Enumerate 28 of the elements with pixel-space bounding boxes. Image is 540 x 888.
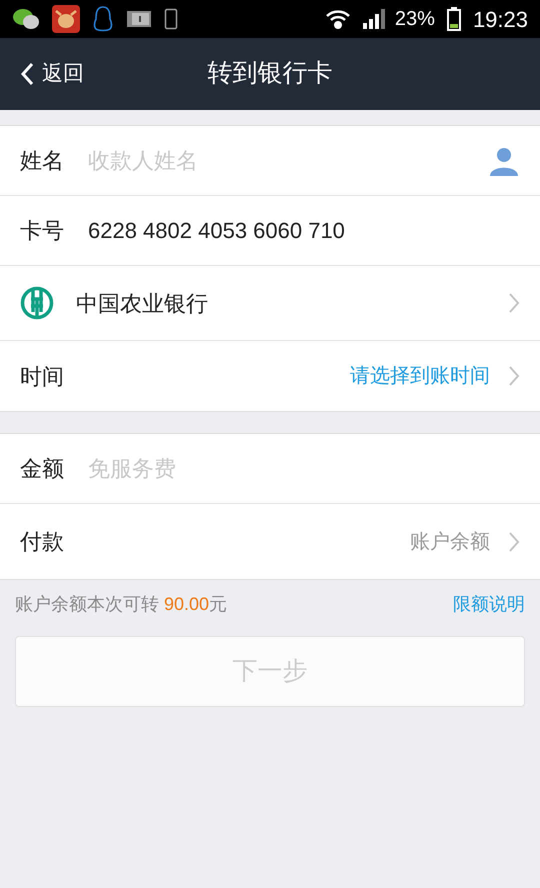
field-label: 时间	[20, 362, 65, 390]
field-label: 金额	[20, 455, 65, 483]
chevron-right-icon	[508, 365, 520, 387]
battery-percent: 23%	[394, 7, 435, 32]
chat-bubbles-icon	[12, 7, 40, 31]
chevron-right-icon	[508, 292, 520, 314]
select-value[interactable]: 请选择到账时间	[350, 361, 490, 391]
field-label: 姓名	[20, 147, 65, 175]
field-label: 卡号	[20, 217, 65, 245]
penguin-icon	[92, 5, 114, 33]
phone-icon	[164, 8, 178, 30]
select-value[interactable]: 账户余额	[410, 526, 490, 556]
wifi-icon	[324, 8, 351, 30]
chevron-right-icon	[508, 530, 520, 552]
signal-icon	[362, 9, 387, 29]
clock: 19:23	[472, 6, 528, 34]
page-title: 转到银行卡	[208, 58, 332, 90]
back-button[interactable]: 返回	[0, 58, 84, 90]
limit-info-link[interactable]: 限额说明	[453, 590, 525, 618]
cow-app-icon	[52, 5, 80, 33]
field-label: 付款	[20, 528, 65, 556]
info-screen-icon	[126, 9, 152, 29]
balance-note: 账户余额本次可转 90.00元	[15, 592, 228, 616]
battery-icon	[446, 7, 461, 31]
bank-logo-icon	[20, 286, 54, 320]
input-field[interactable]: 6228 4802 4053 6060 710	[88, 214, 520, 247]
back-chevron-icon	[20, 62, 34, 86]
bank-name: 中国农业银行	[76, 290, 209, 318]
